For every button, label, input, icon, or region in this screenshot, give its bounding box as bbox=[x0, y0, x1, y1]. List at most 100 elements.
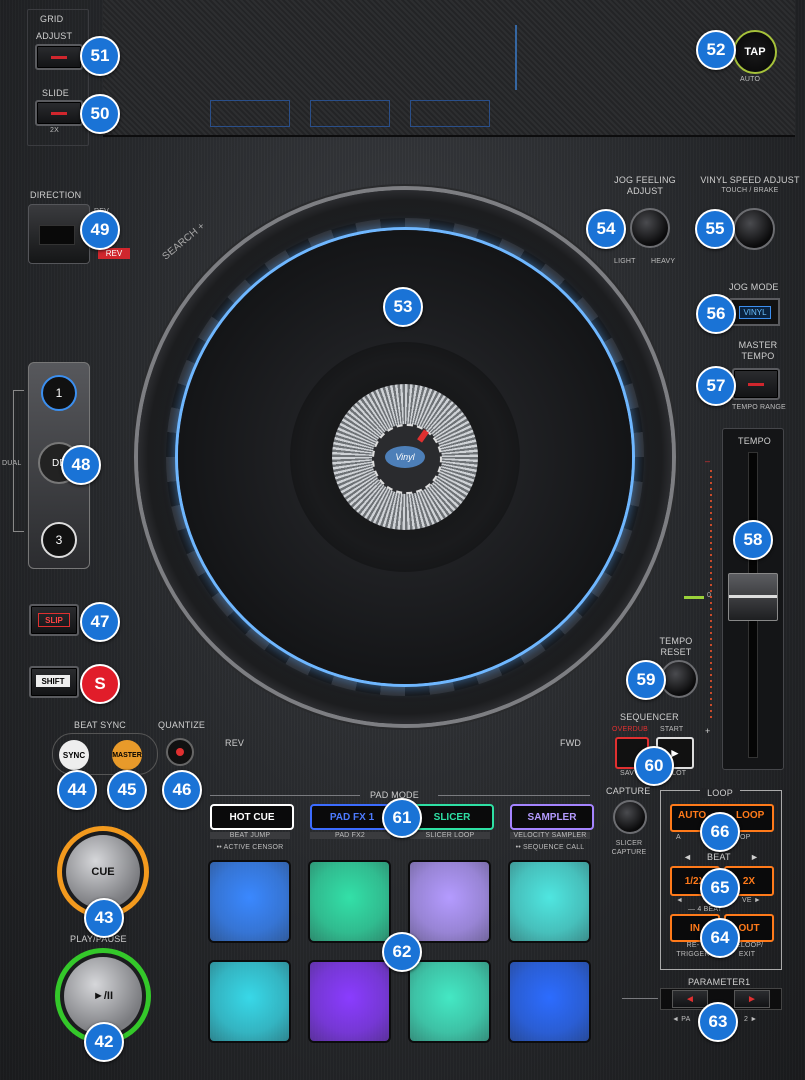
pad-mode-line-left bbox=[210, 795, 360, 796]
badge-49: 49 bbox=[80, 210, 120, 250]
vinyl-speed-title: VINYL SPEED ADJUST bbox=[700, 175, 800, 185]
pad-mode-line-right bbox=[438, 795, 590, 796]
badge-44: 44 bbox=[57, 770, 97, 810]
beat-sub-left: ◄ bbox=[676, 897, 684, 904]
badge-46: 46 bbox=[162, 770, 202, 810]
slip-button[interactable]: SLIP bbox=[29, 604, 79, 636]
auto-loop-right-text: LOOP bbox=[736, 810, 765, 821]
badge-55: 55 bbox=[695, 209, 735, 249]
master-button[interactable]: MASTER bbox=[112, 740, 142, 770]
loop-title: LOOP bbox=[700, 788, 740, 798]
jog-mode-button[interactable]: VINYL bbox=[730, 298, 780, 326]
pad-1[interactable] bbox=[210, 862, 289, 941]
slicer-capture-label: SLICER bbox=[615, 840, 643, 847]
beat-jump-label: BEAT JUMP bbox=[210, 832, 290, 839]
badge-57: 57 bbox=[696, 366, 736, 406]
display-area bbox=[103, 0, 795, 137]
badge-45: 45 bbox=[107, 770, 147, 810]
tempo-reset-title2: RESET bbox=[660, 647, 692, 657]
pad-3[interactable] bbox=[410, 862, 489, 941]
sampler-button[interactable]: SAMPLER bbox=[510, 804, 594, 830]
seq-start-label: START bbox=[660, 726, 684, 733]
tempo-title: TEMPO bbox=[738, 436, 772, 446]
shift-label: SHIFT bbox=[36, 675, 70, 687]
slip-label: SLIP bbox=[38, 613, 70, 627]
badge-61: 61 bbox=[382, 798, 422, 838]
grid-slide-sub: 2X bbox=[50, 127, 59, 134]
jog-feeling-title: JOG FEELING bbox=[614, 175, 676, 185]
pad-4[interactable] bbox=[510, 862, 589, 941]
parameter-sub-right: 2 ► bbox=[744, 1016, 758, 1023]
velocity-sampler-label: VELOCITY SAMPLER bbox=[510, 832, 590, 839]
badge-48: 48 bbox=[61, 445, 101, 485]
master-tempo-button[interactable] bbox=[732, 368, 780, 400]
grid-adjust-button[interactable] bbox=[35, 44, 83, 70]
vinyl-logo: Vinyl bbox=[385, 446, 425, 468]
pad-8[interactable] bbox=[510, 962, 589, 1041]
badge-52: 52 bbox=[696, 30, 736, 70]
capture-title: CAPTURE bbox=[606, 786, 651, 796]
badge-66: 66 bbox=[700, 812, 740, 852]
parameter-sub-left: ◄ PA bbox=[672, 1016, 691, 1023]
badge-63: 63 bbox=[698, 1002, 738, 1042]
shift-button[interactable]: SHIFT bbox=[29, 666, 79, 698]
pad-7[interactable] bbox=[410, 962, 489, 1041]
grid-adjust-label: ADJUST bbox=[36, 31, 73, 41]
tap-button[interactable]: TAP bbox=[733, 30, 777, 74]
badge-62: 62 bbox=[382, 932, 422, 972]
badge-58: 58 bbox=[733, 520, 773, 560]
overdub-label: OVERDUB bbox=[612, 726, 649, 733]
direction-title: DIRECTION bbox=[30, 190, 82, 200]
sync-button[interactable]: SYNC bbox=[59, 740, 89, 770]
grid-title: GRID bbox=[40, 14, 64, 24]
tempo-range-label: TEMPO RANGE bbox=[732, 404, 786, 411]
beat-sync-title: BEAT SYNC bbox=[74, 720, 126, 730]
vinyl-indicator: VINYL bbox=[739, 305, 771, 319]
dual-bracket bbox=[13, 390, 24, 532]
pad-5[interactable] bbox=[210, 962, 289, 1041]
sequencer-title: SEQUENCER bbox=[620, 712, 679, 722]
tempo-minus: – bbox=[705, 456, 711, 466]
pad-6[interactable] bbox=[310, 962, 389, 1041]
badge-53: 53 bbox=[383, 287, 423, 327]
jog-rev-label: REV bbox=[225, 738, 245, 748]
quantize-title: QUANTIZE bbox=[158, 720, 206, 730]
parameter-title: PARAMETER1 bbox=[688, 977, 751, 987]
beat-title: BEAT bbox=[707, 852, 731, 862]
jog-mode-title: JOG MODE bbox=[729, 282, 779, 292]
tempo-scale bbox=[710, 470, 712, 720]
tempo-fader[interactable] bbox=[728, 573, 778, 621]
beat-right-arrow: ► bbox=[750, 852, 760, 862]
parameter-right-button[interactable]: ► bbox=[734, 990, 770, 1008]
grid-slide-label: SLIDE bbox=[42, 88, 70, 98]
auto-loop-left-text: AUTO bbox=[678, 810, 707, 821]
hot-cue-button[interactable]: HOT CUE bbox=[210, 804, 294, 830]
tempo-zero-led bbox=[684, 596, 704, 599]
auto-loop-sub-right: OP bbox=[740, 834, 751, 841]
jog-feeling-light: LIGHT bbox=[614, 258, 636, 265]
badge-60: 60 bbox=[634, 746, 674, 786]
slicer-loop-label: SLICER LOOP bbox=[410, 832, 490, 839]
seq-save-label: SAV bbox=[620, 770, 635, 777]
beat-left-arrow: ◄ bbox=[683, 852, 693, 862]
capture-button[interactable] bbox=[613, 800, 647, 834]
badge-42: 42 bbox=[84, 1022, 124, 1062]
deck-3-button[interactable]: 3 bbox=[41, 522, 77, 558]
slicer-capture-label2: CAPTURE bbox=[611, 849, 647, 856]
tempo-reset-title: TEMPO bbox=[659, 636, 693, 646]
pad-2[interactable] bbox=[310, 862, 389, 941]
slicer-button[interactable]: SLICER bbox=[410, 804, 494, 830]
seq-slot-label: LOT bbox=[672, 770, 687, 777]
parameter-left-button[interactable]: ◄ bbox=[672, 990, 708, 1008]
sequence-call-label: •• SEQUENCE CALL bbox=[515, 844, 585, 851]
deck-1-button[interactable]: 1 bbox=[41, 375, 77, 411]
jog-feeling-knob[interactable] bbox=[630, 208, 670, 248]
tempo-plus: + bbox=[705, 726, 711, 736]
grid-slide-button[interactable] bbox=[35, 100, 83, 126]
badge-51: 51 bbox=[80, 36, 120, 76]
auto-loop-sub-left: A bbox=[676, 834, 681, 841]
quantize-button[interactable] bbox=[166, 738, 194, 766]
parameter-connector bbox=[622, 998, 658, 999]
badge-65: 65 bbox=[700, 868, 740, 908]
vinyl-speed-knob[interactable] bbox=[733, 208, 775, 250]
